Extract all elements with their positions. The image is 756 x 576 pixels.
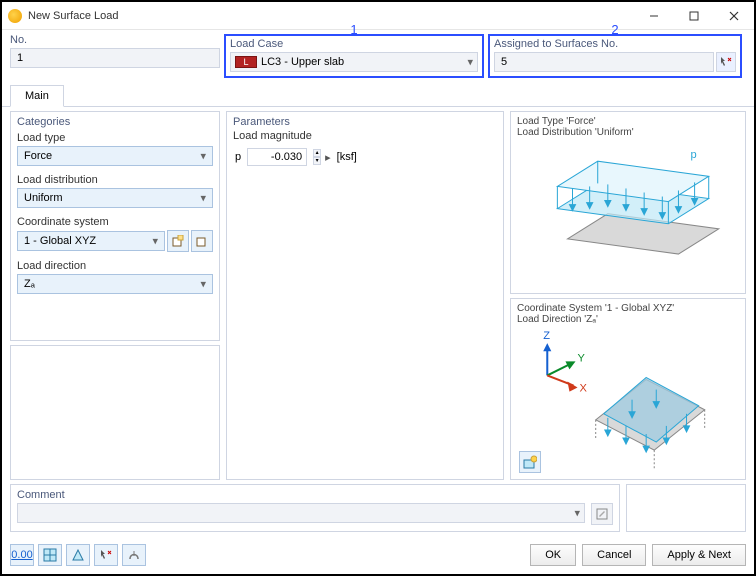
- new-coord-button[interactable]: [167, 230, 189, 252]
- load-type-select[interactable]: Force▾: [17, 146, 213, 166]
- preview-settings-button[interactable]: [519, 451, 541, 473]
- app-icon: [8, 9, 22, 23]
- coord-label: Coordinate system: [17, 216, 213, 228]
- loadcase-value: LC3 - Upper slab: [261, 56, 344, 68]
- stepper-icon[interactable]: ▸: [325, 151, 331, 164]
- no-input[interactable]: [15, 51, 215, 65]
- annotation-1: 1: [350, 22, 357, 37]
- no-field[interactable]: [10, 48, 220, 68]
- load-dist-select[interactable]: Uniform▾: [17, 188, 213, 208]
- tool-button-3[interactable]: [66, 544, 90, 566]
- comment-field[interactable]: ▾: [17, 503, 585, 523]
- comment-edit-button[interactable]: [591, 503, 613, 525]
- maximize-button[interactable]: [674, 2, 714, 30]
- magnitude-unit: [ksf]: [337, 151, 357, 163]
- preview2-line2: Load Direction 'Zₐ': [517, 314, 739, 325]
- chevron-down-icon: ▾: [200, 150, 206, 163]
- load-dir-select[interactable]: Zₐ▾: [17, 274, 213, 294]
- spin-up-button[interactable]: ▴: [313, 149, 321, 157]
- preview-coord-diagram: Z Y X: [517, 325, 739, 476]
- assigned-input[interactable]: [499, 55, 709, 69]
- svg-text:X: X: [580, 382, 588, 394]
- tool-button-5[interactable]: [122, 544, 146, 566]
- load-type-label: Load type: [17, 132, 213, 144]
- tool-button-2[interactable]: [38, 544, 62, 566]
- preview1-line2: Load Distribution 'Uniform': [517, 127, 739, 138]
- assigned-field[interactable]: [494, 52, 714, 72]
- parameters-title: Parameters: [227, 112, 503, 130]
- loadcase-label: Load Case: [230, 38, 478, 50]
- chevron-down-icon: ▾: [152, 235, 158, 248]
- comment-input[interactable]: [22, 506, 580, 520]
- close-button[interactable]: [714, 2, 754, 30]
- svg-text:Z: Z: [543, 330, 550, 342]
- chevron-down-icon: ▾: [200, 278, 206, 291]
- categories-title: Categories: [11, 112, 219, 130]
- edit-coord-button[interactable]: [191, 230, 213, 252]
- spin-down-button[interactable]: ▾: [313, 157, 321, 165]
- loadcase-chip: L: [235, 56, 257, 68]
- tool-button-4[interactable]: [94, 544, 118, 566]
- title-bar: New Surface Load: [2, 2, 754, 30]
- chevron-down-icon: ▾: [467, 56, 473, 69]
- preview-load-diagram: p: [517, 138, 739, 289]
- units-button[interactable]: 0.00: [10, 544, 34, 566]
- minimize-button[interactable]: [634, 2, 674, 30]
- svg-text:p: p: [691, 149, 697, 161]
- tab-main[interactable]: Main: [10, 85, 64, 107]
- select-surfaces-button[interactable]: [716, 52, 736, 72]
- comment-title: Comment: [11, 485, 619, 503]
- load-dist-label: Load distribution: [17, 174, 213, 186]
- no-label: No.: [10, 34, 220, 46]
- coord-select[interactable]: 1 - Global XYZ▾: [17, 231, 165, 251]
- loadcase-select[interactable]: L LC3 - Upper slab ▾: [230, 52, 478, 72]
- preview2-line1: Coordinate System '1 - Global XYZ': [517, 303, 739, 314]
- load-dir-label: Load direction: [17, 260, 213, 272]
- svg-text:Y: Y: [578, 352, 586, 364]
- magnitude-symbol: p: [235, 151, 241, 163]
- apply-next-button[interactable]: Apply & Next: [652, 544, 746, 566]
- ok-button[interactable]: OK: [530, 544, 576, 566]
- chevron-down-icon: ▾: [200, 192, 206, 205]
- assigned-label: Assigned to Surfaces No.: [494, 38, 736, 50]
- magnitude-input[interactable]: [247, 148, 307, 166]
- magnitude-label: Load magnitude: [233, 130, 497, 142]
- window-title: New Surface Load: [28, 10, 634, 22]
- annotation-2: 2: [611, 22, 618, 37]
- cancel-button[interactable]: Cancel: [582, 544, 646, 566]
- preview1-line1: Load Type 'Force': [517, 116, 739, 127]
